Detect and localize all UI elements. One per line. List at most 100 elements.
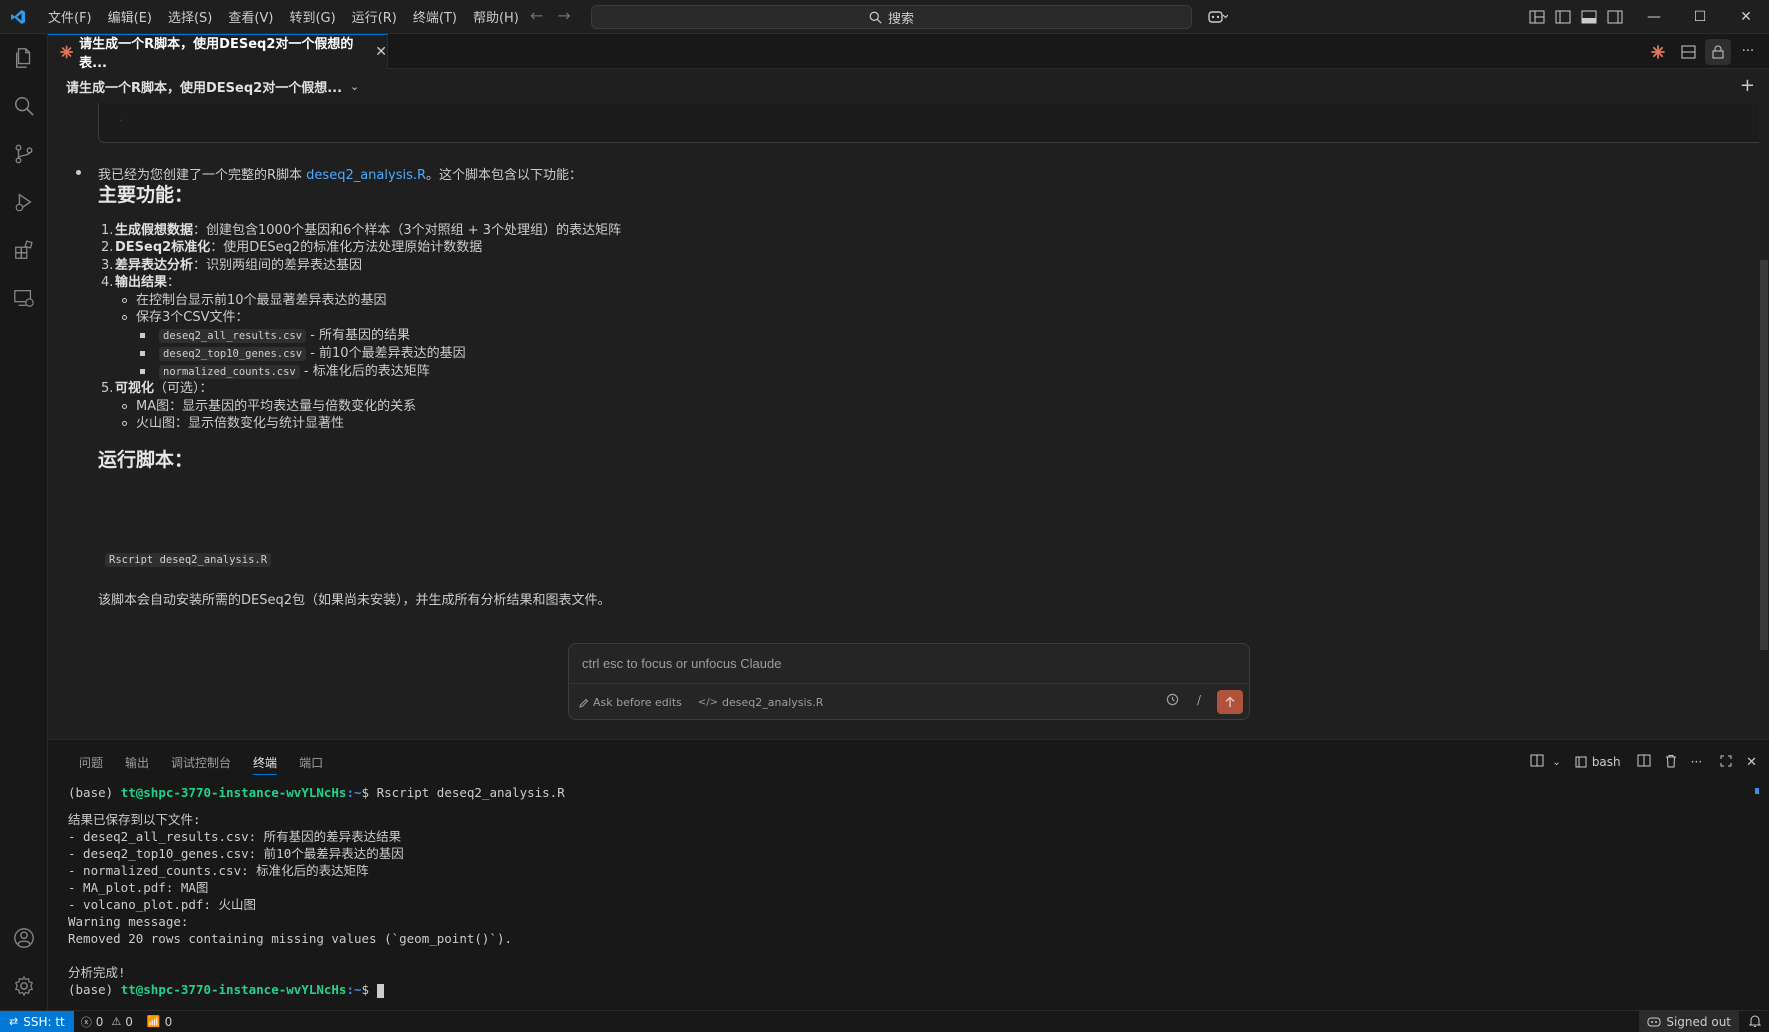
nav-arrows: ← → bbox=[530, 6, 571, 25]
terminal-line: - deseq2_top10_genes.csv: 前10个最差异表达的基因 bbox=[68, 846, 404, 861]
closing-paragraph: 该脚本会自动安装所需的DESeq2包（如果尚未安装），并生成所有分析结果和图表文… bbox=[98, 593, 611, 608]
heading-run-script: 运行脚本： bbox=[98, 449, 194, 471]
menu-terminal[interactable]: 终端(T) bbox=[405, 3, 465, 30]
chevron-down-icon[interactable]: ⌄ bbox=[350, 80, 359, 93]
terminal-command-line: (base) tt@shpc-3770-instance-wvYLNcHs:~$… bbox=[68, 785, 565, 800]
lock-icon[interactable] bbox=[1705, 38, 1731, 65]
split-editor-icon[interactable] bbox=[1675, 39, 1701, 65]
terminal-line: - MA_plot.pdf: MA图 bbox=[68, 880, 209, 895]
edit-mode-toggle[interactable]: Ask before edits bbox=[579, 696, 682, 709]
problems-status[interactable]: ⓧ 0 ⚠ 0 bbox=[74, 1014, 140, 1030]
maximize-icon[interactable]: ☐ bbox=[1677, 0, 1723, 34]
tab-ports[interactable]: 端口 bbox=[288, 740, 334, 784]
list-item: 4. 输出结果： bbox=[101, 275, 181, 290]
menu-run[interactable]: 运行(R) bbox=[344, 3, 405, 30]
intro-suffix: 。这个脚本包含以下功能： bbox=[426, 168, 583, 183]
toggle-primary-sidebar-icon[interactable] bbox=[1550, 4, 1576, 30]
more-actions-icon[interactable]: ··· bbox=[1735, 39, 1761, 65]
history-clock-icon[interactable] bbox=[1166, 693, 1179, 710]
prompt-input[interactable] bbox=[569, 644, 1249, 684]
ports-status[interactable]: 📶 0 bbox=[140, 1015, 179, 1029]
command-center-search[interactable]: 搜索 bbox=[591, 5, 1192, 29]
list-subitem: 保存3个CSV文件： bbox=[122, 306, 249, 325]
shell-name: bash bbox=[1591, 755, 1621, 769]
vscode-logo-icon bbox=[0, 0, 36, 34]
copilot-signed-out[interactable]: Signed out bbox=[1639, 1011, 1739, 1032]
list-item: 2. DESeq2标准化：使用DESeq2的标准化方法处理原始计数数据 bbox=[101, 240, 483, 255]
terminal-output[interactable]: (base) tt@shpc-3770-instance-wvYLNcHs:~$… bbox=[68, 784, 1748, 1008]
tab-output[interactable]: 输出 bbox=[114, 740, 160, 784]
source-control-icon[interactable] bbox=[0, 130, 48, 178]
tab-terminal[interactable]: 终端 bbox=[242, 740, 288, 784]
minimize-icon[interactable]: — bbox=[1631, 0, 1677, 34]
csv-file-item: deseq2_all_results.csv - 所有基因的结果 bbox=[140, 324, 410, 343]
menu-file[interactable]: 文件(F) bbox=[40, 3, 100, 30]
panel-tabs: 问题 输出 调试控制台 终端 端口 bbox=[68, 740, 334, 784]
close-window-icon[interactable]: ✕ bbox=[1723, 0, 1769, 34]
remote-indicator[interactable]: ⇄ SSH: tt bbox=[0, 1010, 74, 1032]
panel-toolbar: ⌄ bash ··· ✕ bbox=[1530, 740, 1757, 784]
new-session-plus-icon[interactable]: + bbox=[1740, 75, 1755, 96]
terminal-prompt-line: (base) tt@shpc-3770-instance-wvYLNcHs:~$ bbox=[68, 981, 1748, 998]
edit-mode-label: Ask before edits bbox=[593, 696, 682, 709]
tab-debug-console[interactable]: 调试控制台 bbox=[160, 740, 242, 784]
back-arrow-icon[interactable]: ← bbox=[530, 6, 543, 25]
search-label: 搜索 bbox=[887, 11, 914, 27]
tab-claude-session[interactable]: 请生成一个R脚本，使用DESeq2对一个假想的表... ✕ bbox=[48, 34, 388, 71]
copilot-status-icon bbox=[1647, 1017, 1661, 1027]
explorer-icon[interactable] bbox=[0, 34, 48, 82]
remote-explorer-icon[interactable] bbox=[0, 274, 48, 322]
close-panel-icon[interactable]: ✕ bbox=[1746, 755, 1757, 770]
forward-arrow-icon[interactable]: → bbox=[557, 6, 570, 25]
menu-view[interactable]: 查看(V) bbox=[220, 3, 281, 30]
search-sidebar-icon[interactable] bbox=[0, 82, 48, 130]
previous-tool-output: · bbox=[98, 103, 1759, 143]
terminal-line: Warning message: bbox=[68, 914, 189, 929]
maximize-panel-icon[interactable] bbox=[1720, 755, 1732, 770]
remote-label: SSH: tt bbox=[23, 1014, 65, 1029]
claude-action-icon[interactable] bbox=[1645, 39, 1671, 65]
bottom-panel: 问题 输出 调试控制台 终端 端口 ⌄ bash ··· ✕ (base) tt… bbox=[48, 739, 1769, 1010]
copilot-area bbox=[1200, 0, 1236, 34]
tab-problems[interactable]: 问题 bbox=[68, 740, 114, 784]
notifications-bell-icon[interactable] bbox=[1748, 1014, 1762, 1031]
heading-main-features: 主要功能： bbox=[98, 184, 194, 206]
context-file-chip[interactable]: </> deseq2_analysis.R bbox=[698, 696, 824, 709]
menu-go[interactable]: 转到(G) bbox=[281, 3, 343, 30]
customize-layout-icon[interactable] bbox=[1524, 4, 1550, 30]
arrow-up-icon bbox=[1225, 696, 1235, 707]
split-terminal-icon[interactable] bbox=[1637, 754, 1651, 770]
terminal-line: Removed 20 rows containing missing value… bbox=[68, 931, 513, 946]
error-count: 0 bbox=[95, 1014, 104, 1029]
activity-bar bbox=[0, 34, 48, 1010]
tab-close-icon[interactable]: ✕ bbox=[375, 44, 387, 60]
new-terminal-split-icon[interactable] bbox=[1530, 754, 1544, 770]
list-item: 5. 可视化（可选）： bbox=[101, 381, 213, 396]
accounts-icon[interactable] bbox=[0, 914, 48, 962]
session-title[interactable]: 请生成一个R脚本，使用DESeq2对一个假想... bbox=[66, 77, 342, 96]
terminal-cursor bbox=[376, 983, 384, 998]
menu-edit[interactable]: 编辑(E) bbox=[100, 3, 160, 30]
copilot-icon[interactable] bbox=[1200, 4, 1236, 30]
toggle-panel-icon[interactable] bbox=[1576, 4, 1602, 30]
previous-output-fade: · bbox=[119, 116, 123, 127]
chat-scrollbar-thumb[interactable] bbox=[1760, 260, 1768, 650]
file-link[interactable]: deseq2_analysis.R bbox=[306, 168, 426, 183]
editor-tab-bar: 请生成一个R脚本，使用DESeq2对一个假想的表... ✕ ··· bbox=[48, 34, 1769, 71]
terminal-shell-selector[interactable]: bash bbox=[1575, 755, 1621, 769]
run-debug-icon[interactable] bbox=[0, 178, 48, 226]
extensions-icon[interactable] bbox=[0, 226, 48, 274]
terminal-scroll-marker bbox=[1755, 788, 1759, 794]
send-button[interactable] bbox=[1217, 690, 1243, 714]
csv-file-item: deseq2_top10_genes.csv - 前10个最差异表达的基因 bbox=[140, 342, 466, 361]
terminal-dropdown-chevron-icon[interactable]: ⌄ bbox=[1552, 757, 1560, 768]
panel-more-icon[interactable]: ··· bbox=[1691, 755, 1702, 769]
settings-gear-icon[interactable] bbox=[0, 962, 48, 1010]
status-bar: ⇄ SSH: tt ⓧ 0 ⚠ 0 📶 0 Signed out bbox=[0, 1010, 1769, 1032]
slash-commands-button[interactable]: / bbox=[1197, 693, 1201, 707]
kill-terminal-trash-icon[interactable] bbox=[1665, 754, 1677, 771]
toggle-secondary-sidebar-icon[interactable] bbox=[1602, 4, 1628, 30]
menu-selection[interactable]: 选择(S) bbox=[160, 3, 220, 30]
menu-help[interactable]: 帮助(H) bbox=[465, 3, 527, 30]
